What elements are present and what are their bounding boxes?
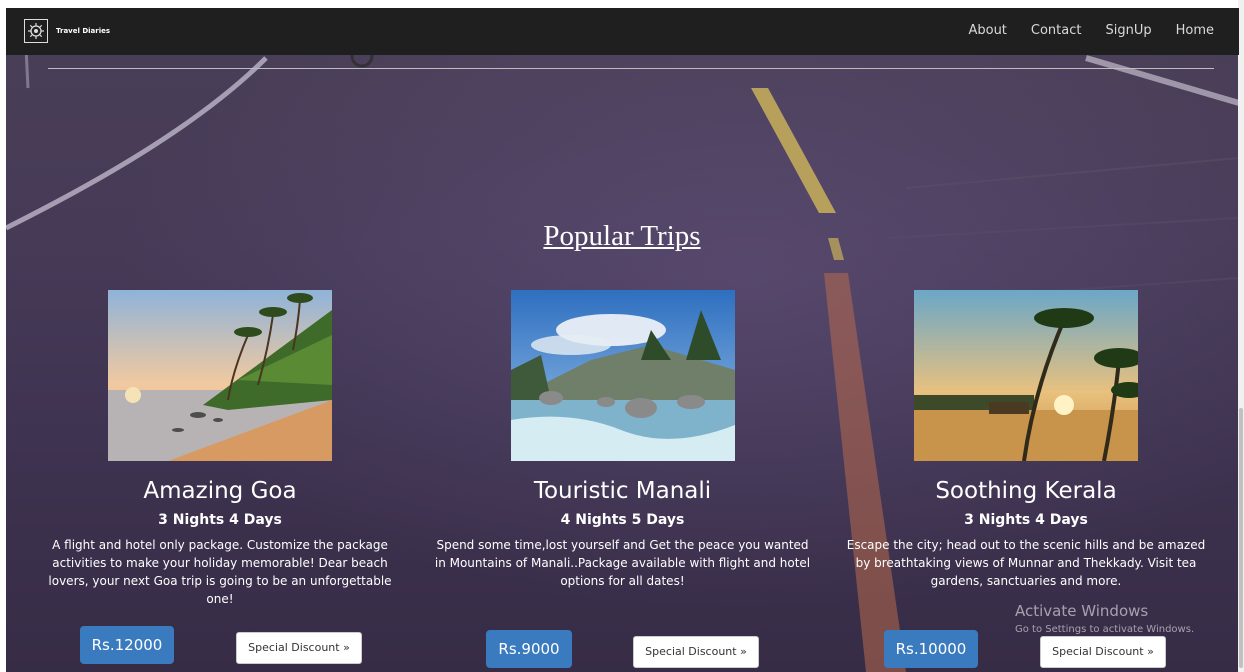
nav-link-contact[interactable]: Contact <box>1031 23 1082 38</box>
nav-link-about[interactable]: About <box>968 23 1006 38</box>
trip-duration: 4 Nights 5 Days <box>560 512 685 528</box>
trip-title: Amazing Goa <box>143 478 297 504</box>
page: Travel Diaries About Contact SignUp Home… <box>0 0 1244 672</box>
brand[interactable]: Travel Diaries <box>24 19 110 43</box>
trip-duration: 3 Nights 4 Days <box>158 512 282 528</box>
trip-duration: 3 Nights 4 Days <box>964 512 1088 528</box>
goa-beach-image <box>108 290 332 461</box>
watermark-subtitle: Go to Settings to activate Windows. <box>1015 624 1195 635</box>
trip-title: Touristic Manali <box>533 478 712 504</box>
activate-windows-watermark: Activate Windows Go to Settings to activ… <box>1015 602 1194 635</box>
trip-card-kerala: Soothing Kerala 3 Nights 4 Days Escape t… <box>840 290 1212 590</box>
nav-link-home[interactable]: Home <box>1176 23 1214 38</box>
trip-card-goa: Amazing Goa 3 Nights 4 Days A flight and… <box>40 290 400 608</box>
price-button-manali[interactable]: Rs.9000 <box>486 630 572 668</box>
special-discount-button-manali[interactable]: Special Discount » <box>633 636 759 668</box>
scrollbar[interactable] <box>1238 0 1244 672</box>
section-title: Popular Trips <box>543 220 701 252</box>
manali-river-image <box>510 290 735 461</box>
special-discount-button-goa[interactable]: Special Discount » <box>236 632 362 664</box>
nav-link-signup[interactable]: SignUp <box>1105 23 1151 38</box>
price-button-goa[interactable]: Rs.12000 <box>80 626 174 664</box>
kerala-backwaters-image <box>914 290 1138 461</box>
trip-description: Escape the city; head out to the scenic … <box>846 538 1206 588</box>
watermark-title: Activate Windows <box>1015 602 1149 620</box>
trip-title: Soothing Kerala <box>935 478 1117 504</box>
special-discount-button-kerala[interactable]: Special Discount » <box>1040 636 1166 668</box>
nav-links: About Contact SignUp Home <box>968 23 1214 38</box>
logo-icon <box>24 19 48 43</box>
trip-description: A flight and hotel only package. Customi… <box>48 538 392 606</box>
navbar: Travel Diaries About Contact SignUp Home <box>6 8 1239 55</box>
scrollbar-thumb[interactable] <box>1239 408 1243 668</box>
trip-card-manali: Touristic Manali 4 Nights 5 Days Spend s… <box>430 290 815 590</box>
price-button-kerala[interactable]: Rs.10000 <box>884 630 978 668</box>
divider <box>48 68 1214 69</box>
brand-name: Travel Diaries <box>56 27 111 35</box>
trip-description: Spend some time,lost yourself and Get th… <box>434 538 811 588</box>
